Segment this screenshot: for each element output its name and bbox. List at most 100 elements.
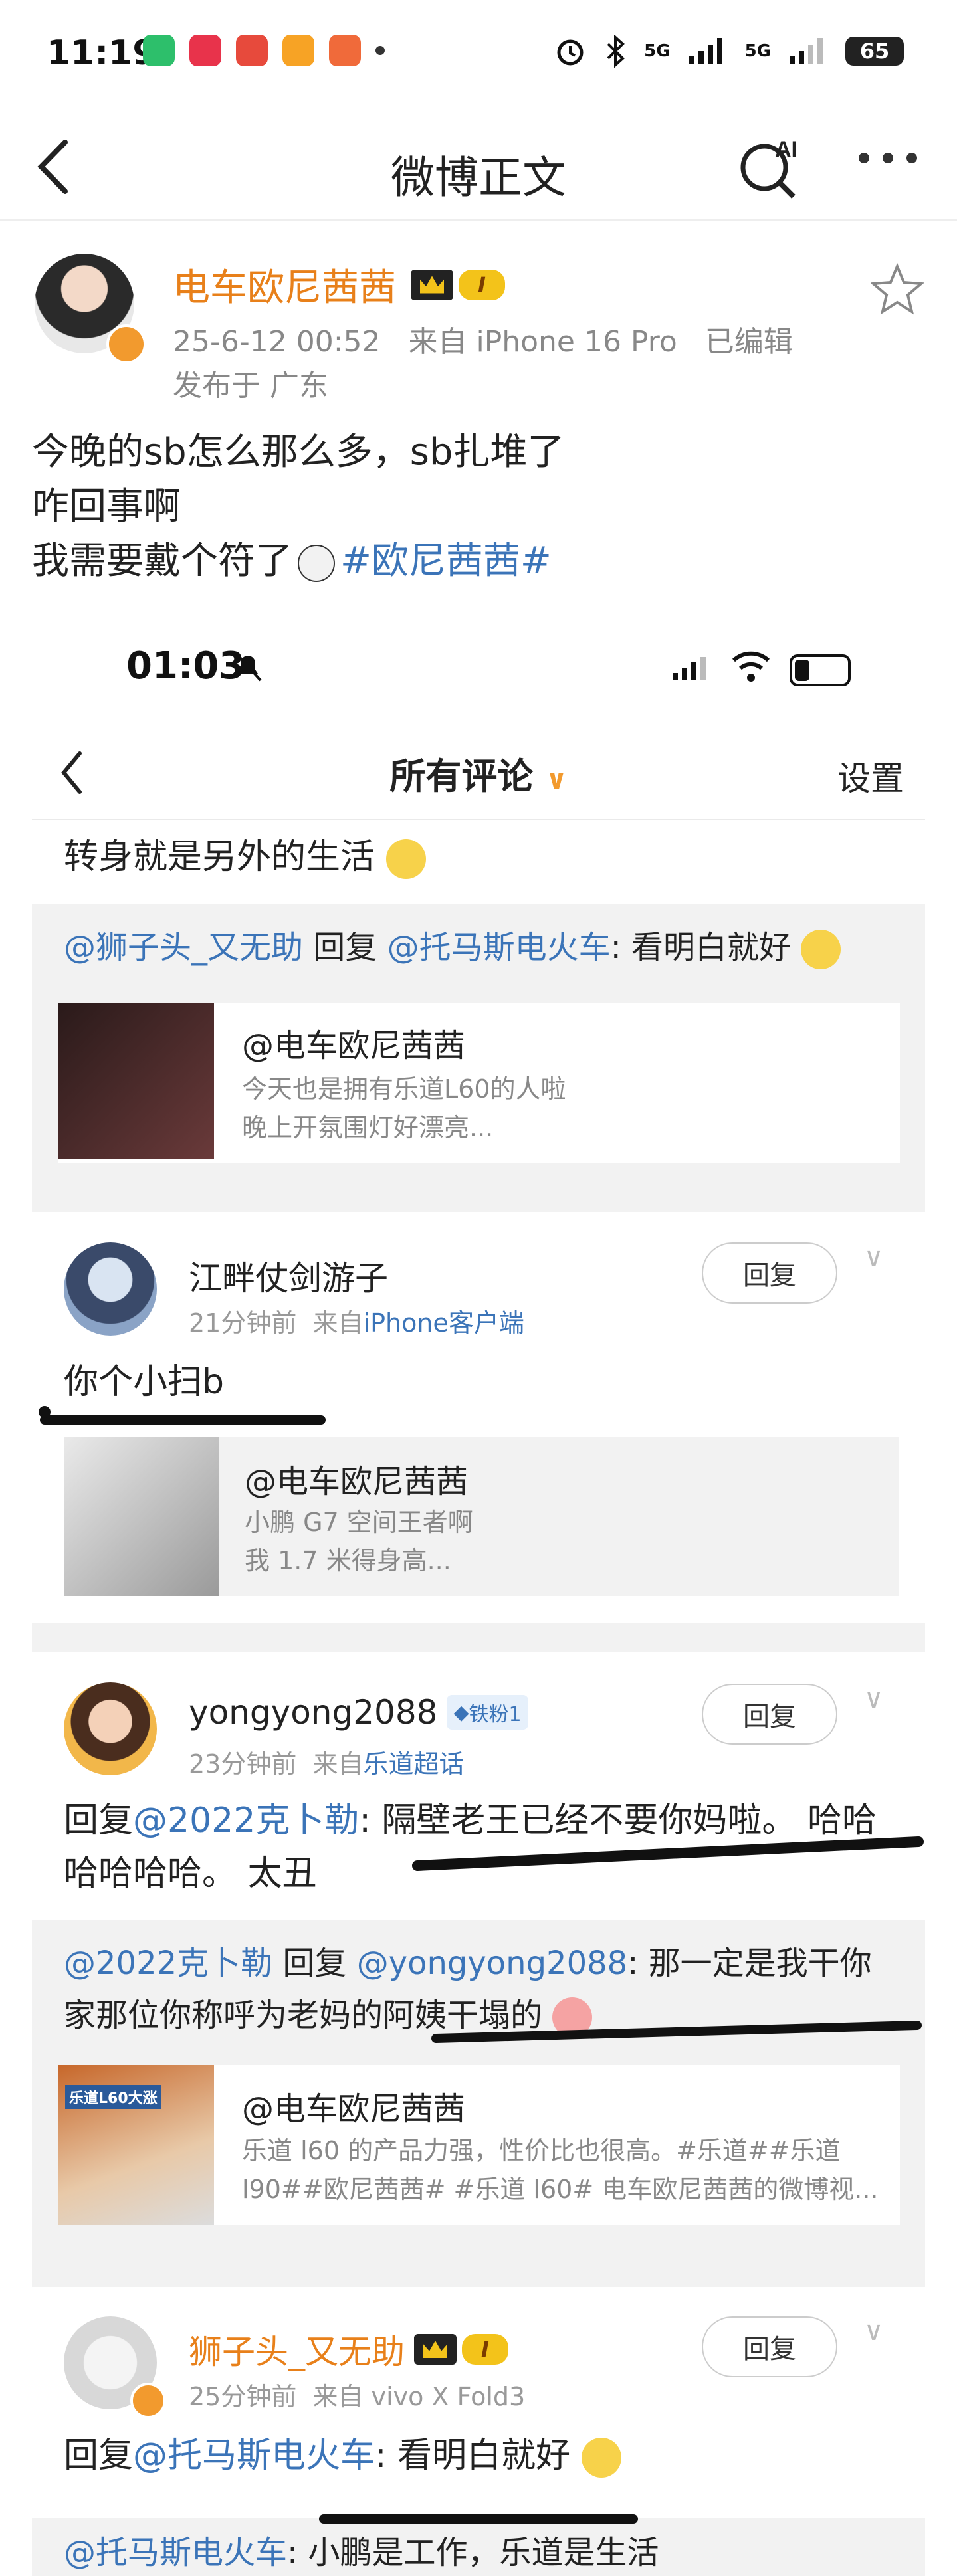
card-title: @电车欧尼茜茜	[245, 1463, 469, 1500]
member-level-badge: I	[462, 2334, 508, 2365]
commenter-name-row: 狮子头_又无助 I	[189, 2326, 508, 2373]
card-title: @电车欧尼茜茜	[242, 1027, 466, 1064]
mention-link[interactable]: @托马斯电火车	[387, 929, 611, 966]
quote-box-1: @狮子头_又无助 回复 @托马斯电火车: 看明白就好 @电车欧尼茜茜 今天也是拥…	[32, 904, 925, 1184]
mention-link[interactable]: @狮子头_又无助	[64, 929, 303, 966]
card-desc: 乐道 l60 的产品力强，性价比也很高。#乐道##乐道 l90##欧尼茜茜# #乐…	[242, 2136, 879, 2204]
gap-band	[32, 1623, 925, 1652]
all-comments-label: 所有评论	[389, 755, 534, 797]
status-right: 5G 5G 65	[554, 35, 904, 68]
post-text-line-3: 我需要戴个符了	[32, 540, 292, 583]
chevron-down-icon[interactable]: ∨	[864, 2316, 883, 2347]
comment-text: 回复@托马斯电火车: 看明白就好	[64, 2429, 621, 2482]
commenter-name[interactable]: yongyong2088	[189, 1693, 437, 1732]
doge-emoji-icon	[581, 2438, 621, 2478]
top-nav-bar: 微博正文 AI	[0, 113, 957, 221]
chevron-down-icon[interactable]: ∨	[864, 1242, 883, 1273]
inner-battery-icon	[790, 654, 851, 686]
quote-text-4: @托马斯电火车: 小鹏是工作，乐道是生活	[64, 2534, 659, 2571]
verified-badge-icon	[106, 324, 146, 364]
comment-text: 你个小扫b	[64, 1362, 225, 1402]
post-text-line: 咋回事啊	[32, 485, 181, 528]
reply-word: 回复	[313, 929, 377, 966]
thumbnail-caption: 乐道L60大涨	[65, 2085, 161, 2109]
comment-meta: 21分钟前 来自iPhone客户端	[189, 1308, 524, 1338]
mention-link[interactable]: @2022克卜勒	[64, 1945, 272, 1982]
reply-button[interactable]: 回复	[702, 2316, 837, 2377]
quote-box-3: @2022克卜勒 回复 @yongyong2088: 那一定是我干你 家那位你称…	[32, 1920, 925, 2259]
app-icon-1	[143, 35, 175, 66]
fan-badge: ◆ 铁粉1	[447, 1695, 528, 1730]
post-text-line: 我需要戴个符了 #欧尼茜茜#	[32, 534, 564, 589]
card-desc: 小鹏 G7 空间王者啊我 1.7 米得身高...	[245, 1508, 473, 1575]
divider	[32, 819, 925, 820]
more-notifications-icon	[375, 46, 385, 55]
hashtag-link[interactable]: #欧尼茜茜#	[340, 540, 552, 583]
commenter-name[interactable]: 江畔仗剑游子	[189, 1252, 388, 1300]
link-card-3[interactable]: 乐道L60大涨 @电车欧尼茜茜 乐道 l60 的产品力强，性价比也很高。#乐道#…	[58, 2065, 900, 2225]
more-options-icon[interactable]	[859, 153, 917, 163]
card-thumbnail	[64, 1437, 219, 1596]
card-thumbnail: 乐道L60大涨	[58, 2065, 214, 2225]
post-location: 发布于 广东	[173, 369, 328, 403]
signal-1-label: 5G	[644, 41, 671, 61]
favorite-star-icon[interactable]	[871, 262, 924, 316]
ai-search-icon[interactable]: AI	[738, 133, 804, 199]
partial-comment: 转身就是另外的生活	[64, 831, 426, 884]
status-app-icons	[143, 35, 385, 66]
signal-1-icon	[689, 38, 722, 64]
weibo-icon	[282, 35, 314, 66]
status-bar: 11:19 5G 5G 65	[0, 0, 957, 106]
quote-text-body: : 看明白就好	[610, 929, 792, 966]
reply-button[interactable]: 回复	[702, 1684, 837, 1745]
status-time: 11:19	[47, 33, 157, 73]
battery-indicator: 65	[845, 37, 904, 66]
toutiao-icon	[236, 35, 268, 66]
partial-comment-text: 转身就是另外的生活	[64, 837, 375, 877]
signal-2-icon	[790, 38, 823, 64]
source-link[interactable]: iPhone客户端	[364, 1308, 524, 1338]
verified-badge-icon	[130, 2383, 166, 2419]
quote-box-4: @托马斯电火车: 小鹏是工作，乐道是生活	[32, 2518, 925, 2576]
link-card-2[interactable]: @电车欧尼茜茜 小鹏 G7 空间王者啊我 1.7 米得身高...	[64, 1437, 899, 1596]
post-date: 25-6-12 00:52	[173, 325, 381, 359]
xiaohongshu-icon	[189, 35, 221, 66]
mention-link[interactable]: @托马斯电火车	[133, 2436, 375, 2476]
inner-signal-icon	[673, 657, 706, 680]
app-icon-5	[329, 35, 361, 66]
smile-emoji-icon	[385, 839, 426, 879]
quote-text-1: @狮子头_又无助 回复 @托马斯电火车: 看明白就好	[64, 921, 841, 974]
commenter-avatar[interactable]	[64, 1242, 157, 1336]
mention-link[interactable]: @托马斯电火车	[64, 2534, 287, 2571]
panda-emoji-icon	[298, 544, 335, 582]
reply-button[interactable]: 回复	[702, 1242, 837, 1304]
handwritten-underline	[319, 2514, 638, 2524]
card-thumbnail	[58, 1003, 214, 1159]
post-body: 今晚的sb怎么那么多，sb扎堆了 咋回事啊 我需要戴个符了 #欧尼茜茜#	[32, 425, 564, 589]
mention-link[interactable]: @2022克卜勒	[133, 1801, 359, 1840]
signal-2-label: 5G	[744, 41, 771, 61]
post-author-name[interactable]: 电车欧尼茜茜	[173, 258, 396, 312]
comment-meta: 23分钟前 来自乐道超话	[189, 1749, 465, 1779]
inner-status-time: 01:03	[126, 644, 245, 688]
crown-icon	[414, 2334, 457, 2365]
source-link[interactable]: 乐道超话	[364, 1749, 465, 1779]
mention-link[interactable]: @yongyong2088	[357, 1945, 627, 1982]
bluetooth-icon	[607, 35, 625, 68]
chevron-down-icon[interactable]: ∨	[864, 1684, 883, 1714]
chevron-down-icon: ∨	[546, 765, 568, 795]
ai-label: AI	[775, 137, 798, 162]
post-edited: 已编辑	[704, 325, 793, 359]
inner-nav-title[interactable]: 所有评论 ∨	[0, 747, 957, 799]
link-card-1[interactable]: @电车欧尼茜茜 今天也是拥有乐道L60的人啦 晚上开氛围灯好漂亮...	[58, 1003, 900, 1163]
alarm-icon	[557, 39, 584, 66]
commenter-name-row: yongyong2088 ◆ 铁粉1	[189, 1693, 528, 1732]
post-author-row: 电车欧尼茜茜 I	[173, 258, 505, 312]
commenter-name[interactable]: 狮子头_又无助	[189, 2326, 405, 2373]
commenter-avatar[interactable]	[64, 1682, 157, 1775]
gap-band	[32, 1184, 925, 1212]
member-level-badge: I	[459, 269, 505, 300]
post-text-line: 今晚的sb怎么那么多，sb扎堆了	[32, 431, 565, 474]
inner-settings-link[interactable]: 设置	[837, 752, 904, 800]
handwritten-underline	[431, 2021, 922, 2043]
